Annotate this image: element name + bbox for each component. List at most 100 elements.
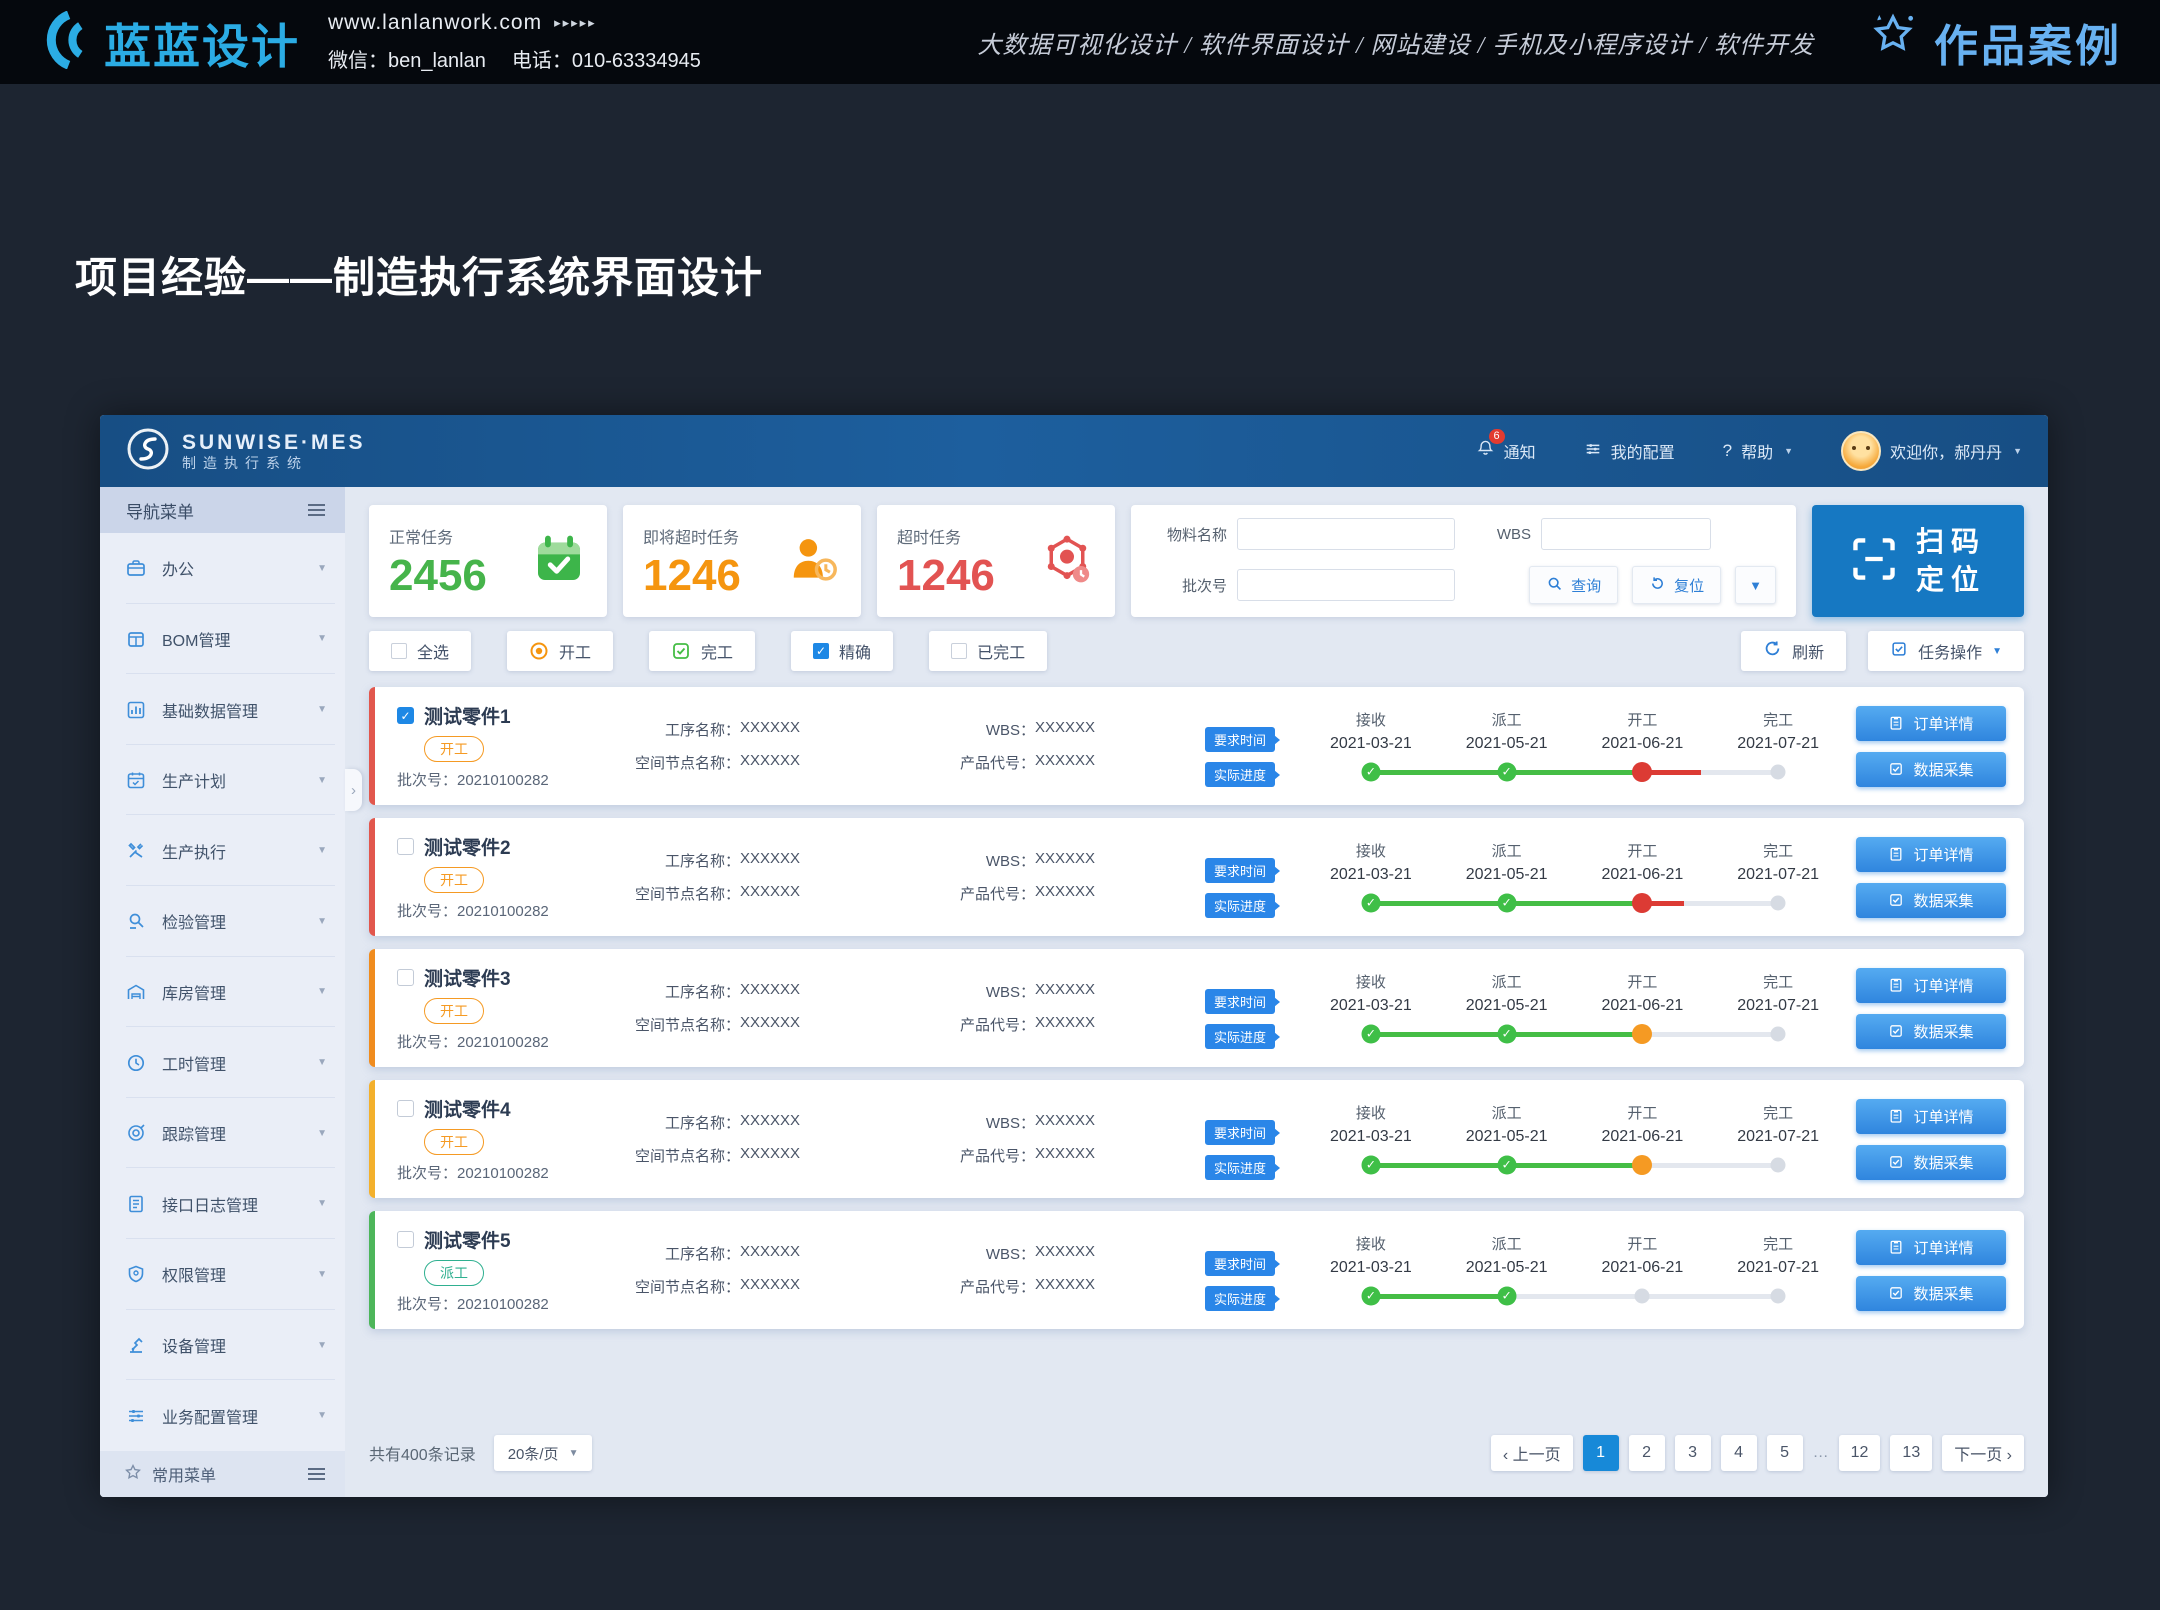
sidebar-item[interactable]: 接口日志管理 ▼ — [100, 1168, 345, 1239]
expand-search-button[interactable]: ▼ — [1735, 566, 1776, 604]
query-button[interactable]: 查询 — [1529, 566, 1618, 604]
sidebar-item[interactable]: 跟踪管理 ▼ — [100, 1098, 345, 1169]
data-collect-button[interactable]: 数据采集 — [1856, 1014, 2006, 1049]
order-detail-button[interactable]: 订单详情 — [1856, 1099, 2006, 1134]
page-button[interactable]: 1 — [1583, 1435, 1619, 1471]
page-button[interactable]: 5 — [1767, 1435, 1803, 1471]
sidebar-footer[interactable]: 常用菜单 — [100, 1451, 345, 1497]
reset-button[interactable]: 复位 — [1632, 566, 1721, 604]
stage-label: 接收 — [1303, 709, 1439, 730]
task-operations-button[interactable]: 任务操作 ▼ — [1868, 631, 2024, 671]
filter-chip-label: 开工 — [559, 639, 591, 663]
progress-segment — [1507, 770, 1643, 775]
sidebar-item[interactable]: 办公 ▼ — [100, 533, 345, 604]
data-collect-button[interactable]: 数据采集 — [1856, 883, 2006, 918]
page-button[interactable]: 2 — [1629, 1435, 1665, 1471]
star-icon — [124, 1463, 142, 1486]
filter-chip[interactable]: ✓ 精确 — [791, 631, 893, 671]
progress-track: ✓✓ — [1303, 1022, 1846, 1046]
stage-date: 2021-03-21 — [1303, 997, 1439, 1015]
wbs-input[interactable] — [1541, 518, 1711, 550]
task-title: 测试零件3 — [424, 964, 511, 991]
prev-page-button[interactable]: ‹ 上一页 — [1491, 1435, 1573, 1471]
field-value: XXXXXX — [1035, 1243, 1095, 1264]
sidebar-item[interactable]: 检验管理 ▼ — [100, 886, 345, 957]
user-menu[interactable]: 欢迎你，郝丹丹▼ — [1841, 431, 2022, 471]
data-collect-button[interactable]: 数据采集 — [1856, 1145, 2006, 1180]
sidebar: 导航菜单 办公 ▼ BOM管理 ▼ 基础数据管理 ▼ 生产计划 ▼ 生产执行 ▼… — [100, 487, 345, 1497]
order-detail-button[interactable]: 订单详情 — [1856, 706, 2006, 741]
sidebar-item[interactable]: 生产执行 ▼ — [100, 815, 345, 886]
company-name: 蓝蓝设计 — [104, 8, 300, 77]
stage-label: 开工 — [1575, 709, 1711, 730]
required-time-tag: 要求时间 — [1205, 1120, 1275, 1145]
task-checkbox[interactable]: ✓ — [397, 707, 414, 724]
help-button[interactable]: ? 帮助▼ — [1723, 439, 1793, 463]
order-detail-button[interactable]: 订单详情 — [1856, 1230, 2006, 1265]
field-value: XXXXXX — [740, 1112, 800, 1133]
field-label: 空间节点名称： — [612, 1276, 740, 1297]
task-status-badge: 开工 — [424, 736, 484, 762]
sidebar-item[interactable]: 基础数据管理 ▼ — [100, 674, 345, 745]
chevron-down-icon: ▼ — [317, 1128, 327, 1139]
sidebar-item[interactable]: 库房管理 ▼ — [100, 957, 345, 1028]
phone-label: 电话：010-63334945 — [512, 44, 701, 73]
page-button[interactable]: 4 — [1721, 1435, 1757, 1471]
page-size-select[interactable]: 20条/页 ▼ — [494, 1435, 593, 1471]
sidebar-item[interactable]: 业务配置管理 ▼ — [100, 1380, 345, 1451]
sidebar-collapse-tab[interactable]: › — [345, 769, 362, 811]
stage-label: 完工 — [1710, 709, 1846, 730]
finish-icon — [671, 641, 691, 661]
order-detail-button[interactable]: 订单详情 — [1856, 837, 2006, 872]
actual-progress-tag: 实际进度 — [1205, 1024, 1275, 1049]
field-value: XXXXXX — [1035, 1112, 1095, 1133]
warehouse-icon — [126, 982, 146, 1002]
progress-segment — [1643, 1163, 1779, 1168]
check-dot: ✓ — [1361, 893, 1380, 912]
check-dot: ✓ — [1361, 1286, 1380, 1305]
check-dot: ✓ — [1497, 893, 1516, 912]
field-label: 工序名称： — [612, 719, 740, 740]
task-checkbox[interactable] — [397, 969, 414, 986]
stage-label: 派工 — [1439, 971, 1575, 992]
filter-chip[interactable]: 完工 — [649, 631, 755, 671]
page-button[interactable]: 3 — [1675, 1435, 1711, 1471]
chevron-down-icon: ▼ — [317, 775, 327, 786]
sidebar-item[interactable]: 工时管理 ▼ — [100, 1027, 345, 1098]
sidebar-item[interactable]: 设备管理 ▼ — [100, 1310, 345, 1381]
scan-locate-button[interactable]: 扫码定位 — [1812, 505, 2024, 617]
material-input[interactable] — [1237, 518, 1455, 550]
field-label: WBS： — [947, 850, 1035, 871]
filter-chip[interactable]: 全选 — [369, 631, 471, 671]
refresh-button[interactable]: 刷新 — [1741, 631, 1846, 671]
sidebar-item-label: BOM管理 — [162, 627, 230, 651]
batch-input[interactable] — [1237, 569, 1455, 601]
filter-chip[interactable]: 已完工 — [929, 631, 1047, 671]
sidebar-item-label: 工时管理 — [162, 1051, 226, 1075]
data-collect-button[interactable]: 数据采集 — [1856, 752, 2006, 787]
menu-collapse-icon[interactable] — [308, 509, 325, 511]
next-page-button[interactable]: 下一页 › — [1942, 1435, 2024, 1471]
order-detail-button[interactable]: 订单详情 — [1856, 968, 2006, 1003]
sidebar-item[interactable]: 权限管理 ▼ — [100, 1239, 345, 1310]
mes-dashboard: SUNWISE·MES 制造执行系统 6 通知 我的配置 — [100, 415, 2048, 1497]
sidebar-item[interactable]: 生产计划 ▼ — [100, 745, 345, 816]
sidebar-item-label: 权限管理 — [162, 1262, 226, 1286]
sidebar-item-label: 接口日志管理 — [162, 1192, 258, 1216]
sidebar-item[interactable]: BOM管理 ▼ — [100, 604, 345, 675]
page-button[interactable]: 12 — [1839, 1435, 1881, 1471]
data-collect-button[interactable]: 数据采集 — [1856, 1276, 2006, 1311]
stage-date: 2021-07-21 — [1710, 997, 1846, 1015]
filter-chip[interactable]: 开工 — [507, 631, 613, 671]
field-value: XXXXXX — [1035, 719, 1095, 740]
notifications-button[interactable]: 6 通知 — [1476, 439, 1536, 463]
task-title: 测试零件2 — [424, 833, 511, 860]
filter-group: 全选 开工 完工 ✓ 精确 已完工 — [369, 631, 1047, 671]
my-config-button[interactable]: 我的配置 — [1584, 439, 1675, 463]
check-dot: ✓ — [1497, 1286, 1516, 1305]
task-checkbox[interactable] — [397, 1100, 414, 1117]
page-button[interactable]: 13 — [1890, 1435, 1932, 1471]
stat-card-due-soon: 即将超时任务 1246 — [623, 505, 861, 617]
task-checkbox[interactable] — [397, 838, 414, 855]
task-checkbox[interactable] — [397, 1231, 414, 1248]
